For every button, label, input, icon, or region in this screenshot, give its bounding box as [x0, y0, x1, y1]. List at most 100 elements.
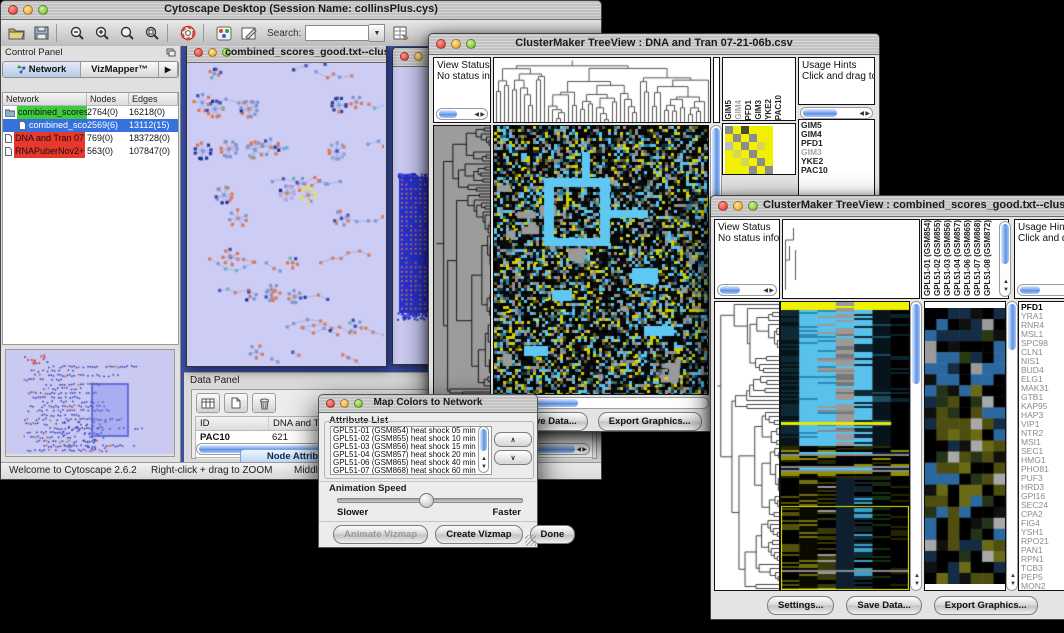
network-list-header[interactable]: Network Nodes Edges: [3, 93, 178, 106]
tv2-column-dendrogram-panel[interactable]: [782, 219, 920, 299]
tv2-status-scrollbar[interactable]: ◀ ▶: [717, 284, 777, 296]
open-session-button[interactable]: [6, 24, 26, 42]
dialog-action-button[interactable]: Done: [530, 525, 576, 544]
search-dropdown-button[interactable]: ▼: [369, 24, 385, 42]
dialog-action-button[interactable]: Animate Vizmap: [333, 525, 428, 544]
resize-grip[interactable]: [525, 535, 536, 546]
scroll-right-icon[interactable]: ▶: [769, 287, 774, 295]
float-panel-icon[interactable]: [166, 48, 176, 57]
heatmap-cell: [725, 126, 733, 134]
node-attributes-button[interactable]: [214, 24, 234, 42]
tv1-column-dendrogram-panel[interactable]: [493, 57, 711, 123]
scroll-down-icon[interactable]: ▼: [1010, 580, 1016, 588]
network-row-name[interactable]: combined_sco: [3, 119, 87, 132]
attribute-list-scrollbar[interactable]: ▲ ▼: [478, 426, 489, 473]
scroll-up-icon[interactable]: ▲: [1003, 278, 1009, 286]
tv2-heatmap-canvas[interactable]: [781, 302, 909, 590]
tab-vizmapper[interactable]: VizMapper™: [81, 62, 159, 77]
network-row-name[interactable]: DNA and Tran 07: [3, 132, 87, 145]
tv2-collabel-scrollbar[interactable]: ▲ ▼: [999, 221, 1011, 297]
close-button[interactable]: [400, 52, 409, 61]
search-input[interactable]: [305, 25, 369, 41]
minimize-button[interactable]: [414, 52, 423, 61]
network-row[interactable]: DNA and Tran 07769(0)183728(0): [3, 132, 178, 145]
move-up-button[interactable]: ∧: [494, 432, 532, 447]
help-button[interactable]: [178, 24, 198, 42]
tv2-heatmap-vscrollbar[interactable]: ▲ ▼: [910, 301, 922, 591]
tab-overflow-button[interactable]: ▶: [159, 62, 178, 77]
col-edges[interactable]: Edges: [129, 93, 178, 105]
move-down-button[interactable]: ∨: [494, 450, 532, 465]
delete-attribute-button[interactable]: [252, 393, 276, 413]
scroll-right-icon[interactable]: ▶: [865, 110, 870, 118]
scroll-left-icon[interactable]: ◀: [474, 111, 479, 119]
treeview2-title-bar[interactable]: ClusterMaker TreeView : combined_scores_…: [711, 196, 1064, 217]
scroll-right-icon[interactable]: ▶: [480, 111, 485, 119]
tv2-zoom-heatmap-panel[interactable]: [924, 301, 1006, 591]
tv1-scroll-strip[interactable]: [713, 57, 720, 123]
scroll-left-icon[interactable]: ◀: [859, 110, 864, 118]
annotation-button[interactable]: [239, 24, 259, 42]
tv2-zoom-vscrollbar[interactable]: ▲ ▼: [1006, 301, 1018, 591]
tv1-global-heatmap[interactable]: [725, 126, 773, 174]
scroll-down-icon[interactable]: ▼: [481, 463, 487, 471]
scroll-down-icon[interactable]: ▼: [1003, 286, 1009, 294]
tv1-column-dendrogram-canvas[interactable]: [494, 58, 710, 122]
attribute-item[interactable]: GPL51-07 (GSM868) heat shock 60 min: [331, 467, 491, 475]
network-row[interactable]: combined_scores2764(0)16218(0): [3, 106, 178, 119]
scroll-left-icon[interactable]: ◀: [763, 287, 768, 295]
tv1-heatmap-panel[interactable]: [493, 125, 709, 395]
zoom-out-button[interactable]: [67, 24, 87, 42]
tab-network[interactable]: Network: [3, 62, 81, 77]
dialog-action-button[interactable]: Create Vizmap: [435, 525, 522, 544]
scroll-up-icon[interactable]: ▲: [1010, 572, 1016, 580]
network-row[interactable]: RNAPuberNov2+563(0)107847(0): [3, 145, 178, 158]
scroll-down-icon[interactable]: ▼: [914, 580, 920, 588]
attribute-listbox[interactable]: GPL51-01 (GSM854) heat shock 05 minGPL51…: [330, 426, 492, 475]
network-row-name[interactable]: combined_scores: [3, 106, 87, 119]
dialog-title-bar[interactable]: Map Colors to Network: [319, 395, 537, 413]
col-nodes[interactable]: Nodes: [87, 93, 129, 105]
scroll-up-icon[interactable]: ▲: [914, 572, 920, 580]
tv2-action-button[interactable]: Settings...: [767, 596, 834, 615]
scroll-up-icon[interactable]: ▲: [481, 455, 487, 463]
tv1-heatmap-canvas[interactable]: [494, 126, 708, 394]
tv1-action-button[interactable]: Export Graphics...: [598, 412, 702, 431]
tv2-heatmap-panel[interactable]: [780, 301, 910, 591]
tv2-usage-scrollbar[interactable]: [1017, 284, 1064, 296]
attribute-browser-button[interactable]: [391, 24, 411, 42]
tv2-column-dendrogram-canvas[interactable]: [783, 220, 919, 298]
network-row-name[interactable]: RNAPuberNov2+: [3, 145, 87, 158]
network-overview-canvas[interactable]: [6, 350, 174, 454]
main-title-bar[interactable]: Cytoscape Desktop (Session Name: collins…: [1, 1, 601, 20]
scroll-left-icon[interactable]: ◀: [576, 446, 581, 454]
scroll-right-icon[interactable]: ▶: [582, 446, 587, 454]
zoom-fit-button[interactable]: [117, 24, 137, 42]
tv1-row-dendrogram-canvas[interactable]: [434, 126, 490, 394]
tv2-zoom-heatmap-canvas[interactable]: [925, 308, 1005, 584]
tab-network-label: Network: [29, 64, 66, 75]
animation-slider-thumb[interactable]: [419, 493, 434, 508]
network-view-canvas[interactable]: [187, 63, 384, 365]
treeview1-title-bar[interactable]: ClusterMaker TreeView : DNA and Tran 07-…: [429, 34, 879, 55]
network-row[interactable]: combined_sco2569(6)13112(15): [3, 119, 178, 132]
chevron-down-icon: ▼: [374, 30, 381, 37]
tv1-status-scrollbar[interactable]: ◀ ▶: [436, 108, 488, 120]
heatmap-cell: [749, 134, 757, 142]
col-id[interactable]: ID: [196, 417, 269, 430]
select-attributes-button[interactable]: [196, 393, 220, 413]
zoom-in-button[interactable]: [92, 24, 112, 42]
tv2-row-dendrogram-canvas[interactable]: [715, 302, 779, 590]
tv1-usage-scrollbar[interactable]: ◀ ▶: [800, 107, 873, 119]
col-network[interactable]: Network: [3, 93, 87, 105]
tv2-action-button[interactable]: Export Graphics...: [934, 596, 1038, 615]
zoom-selected-button[interactable]: [142, 24, 162, 42]
save-session-button[interactable]: [31, 24, 51, 42]
tv1-row-dendrogram-panel[interactable]: [433, 125, 491, 395]
tv2-row-dendrogram-panel[interactable]: [714, 301, 780, 591]
tv1-global-heatmap-panel[interactable]: [722, 123, 796, 175]
network-view-title-bar[interactable]: combined_scores_good.txt--cluste...: [187, 46, 386, 63]
network-overview[interactable]: [5, 349, 175, 457]
new-attribute-button[interactable]: [224, 393, 248, 413]
tv2-action-button[interactable]: Save Data...: [846, 596, 921, 615]
